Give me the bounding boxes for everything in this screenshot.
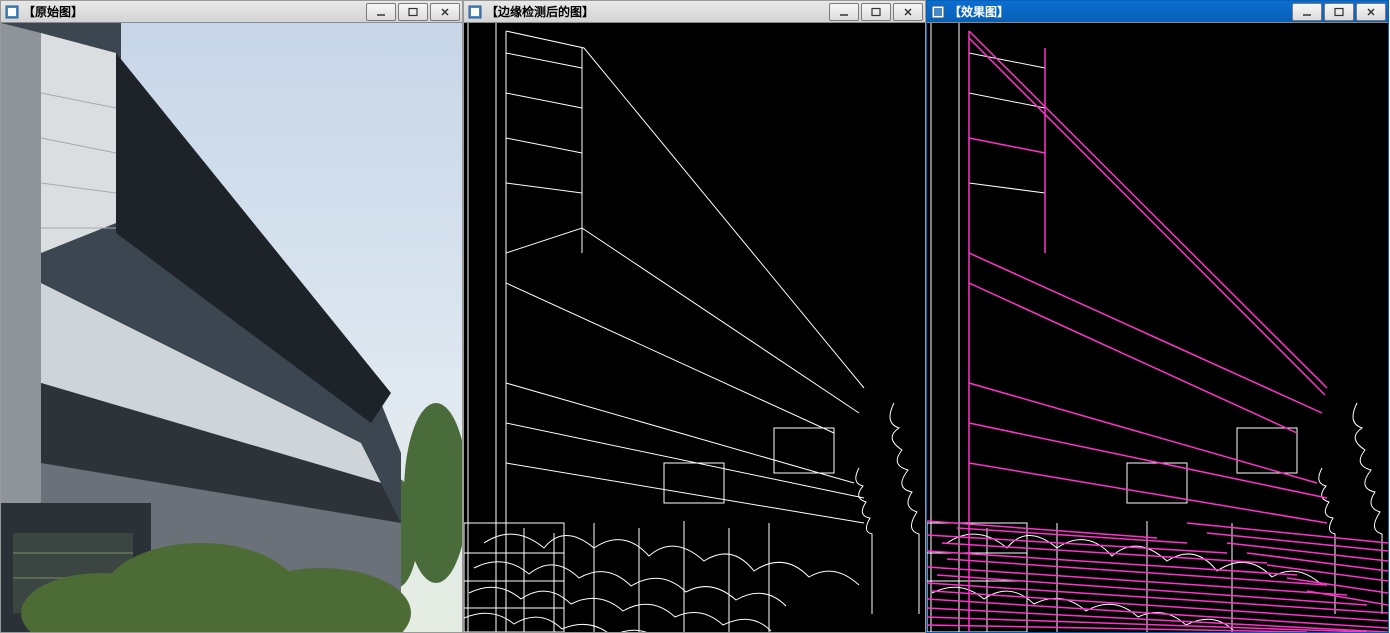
maximize-button[interactable]: [398, 3, 428, 21]
app-icon: [468, 5, 482, 19]
minimize-button[interactable]: [1292, 3, 1322, 21]
window-title: 【原始图】: [23, 3, 366, 20]
result-image-content: [927, 23, 1388, 632]
window-title: 【效果图】: [949, 3, 1292, 20]
edge-svg: [464, 23, 925, 632]
app-icon: [5, 5, 19, 19]
window-controls: [366, 3, 460, 21]
close-button[interactable]: [893, 3, 923, 21]
original-image-content: [1, 23, 462, 632]
maximize-button[interactable]: [861, 3, 891, 21]
window-original: 【原始图】: [0, 0, 463, 633]
result-svg: [927, 23, 1388, 632]
close-button[interactable]: [430, 3, 460, 21]
window-result: 【效果图】: [926, 0, 1389, 633]
titlebar-edges[interactable]: 【边缘检测后的图】: [464, 1, 925, 23]
titlebar-original[interactable]: 【原始图】: [1, 1, 462, 23]
titlebar-result[interactable]: 【效果图】: [927, 1, 1388, 23]
window-controls: [829, 3, 923, 21]
window-title: 【边缘检测后的图】: [486, 3, 829, 20]
maximize-button[interactable]: [1324, 3, 1354, 21]
original-photo-svg: [1, 23, 462, 632]
minimize-button[interactable]: [829, 3, 859, 21]
window-edges: 【边缘检测后的图】: [463, 0, 926, 633]
window-controls: [1292, 3, 1386, 21]
app-icon: [931, 5, 945, 19]
edge-image-content: [464, 23, 925, 632]
close-button[interactable]: [1356, 3, 1386, 21]
minimize-button[interactable]: [366, 3, 396, 21]
